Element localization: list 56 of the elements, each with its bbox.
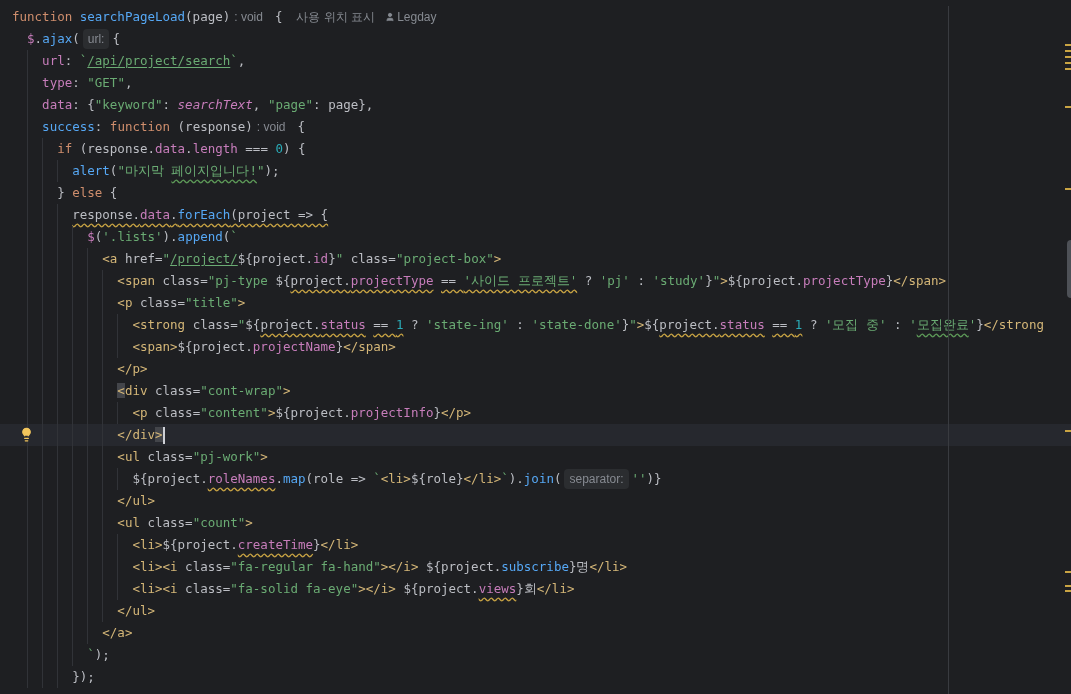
scroll-marker[interactable] (1065, 68, 1071, 70)
code-text: </div> (116, 425, 163, 444)
code-text: url: `/api/project/search`, (41, 51, 246, 70)
code-text: ${project.roleNames.map(role => `<li>${role}</li>`).join( (131, 469, 562, 488)
scroll-marker[interactable] (1065, 590, 1071, 592)
code-text: alert("마지막 페이지입니다!"); (71, 161, 280, 180)
type-hint: : void (234, 9, 263, 26)
code-text: <a href="/project/${project.id}" class="project-box"> (101, 249, 502, 268)
scroll-marker[interactable] (1065, 62, 1071, 64)
inlay-hint: url: (82, 29, 110, 49)
scroll-marker[interactable] (1065, 585, 1071, 587)
code-text: <li><i class="fa-regular fa-hand"></i> ${project.subscribe}명</li> (131, 557, 628, 576)
scroll-marker[interactable] (1065, 50, 1071, 52)
code-text: </a> (101, 623, 133, 642)
code-text: <p class="content">${project.projectInfo}</p> (131, 403, 472, 422)
code-text: </p> (116, 359, 148, 378)
code-text: type: "GET", (41, 73, 133, 92)
code-text: <span>${project.projectName}</span> (131, 337, 396, 356)
code-text: <div class="cont-wrap"> (116, 381, 291, 400)
code-text: $.ajax( (26, 29, 80, 48)
code-text: if (response.data.length === 0) { (56, 139, 306, 158)
text-cursor (162, 426, 165, 444)
code-text: `); (86, 645, 110, 664)
inlay-hint: separator: (564, 469, 629, 489)
usages-link[interactable]: 사용 위치 표시 (296, 8, 376, 26)
code-text: '')} (631, 469, 662, 488)
code-text: <ul class="count"> (116, 513, 253, 532)
code-text: { (274, 7, 283, 26)
code-text: <li><i class="fa-solid fa-eye"></i> ${project.views}회</li> (131, 579, 575, 598)
code-text: function searchPageLoad(page) (12, 7, 231, 26)
code-text: { (297, 117, 306, 136)
code-text: }); (71, 667, 95, 686)
type-hint: : void (256, 119, 286, 136)
scroll-marker[interactable] (1065, 571, 1071, 573)
scroll-marker[interactable] (1065, 106, 1071, 108)
code-text: <span class="pj-type ${project.projectType == '사이드 프로젝트' ? 'pj' : 'study'}">${project.projectType}</span> (116, 271, 947, 290)
code-text: $('.lists').append(` (86, 227, 238, 246)
code-text: <ul class="pj-work"> (116, 447, 268, 466)
code-text: <li>${project.createTime}</li> (131, 535, 359, 554)
code-text: </ul> (116, 491, 155, 510)
scrollbar-thumb[interactable] (1067, 240, 1071, 298)
code-text: { (112, 29, 120, 48)
author-name[interactable]: Legday (397, 8, 437, 26)
code-text: </ul> (116, 601, 155, 620)
code-text: data: {"keyword": searchText, "page": page}, (41, 95, 374, 114)
code-text: response.data.forEach(project => { (71, 205, 329, 224)
scroll-marker[interactable] (1065, 56, 1071, 58)
lightbulb-icon[interactable] (19, 427, 34, 442)
code-text: } else { (56, 183, 118, 202)
code-text: <p class="title"> (116, 293, 246, 312)
code-text: <strong class="${project.status == 1 ? 'state-ing' : 'state-done'}">${project.status == 1 ? '모집 중' : '모집완료'}</strong (131, 315, 1044, 334)
scroll-marker[interactable] (1065, 188, 1071, 190)
person-icon (385, 12, 396, 22)
scroll-marker[interactable] (1065, 430, 1071, 432)
code-text: success: function (response) (41, 117, 253, 136)
scroll-marker[interactable] (1065, 44, 1071, 46)
